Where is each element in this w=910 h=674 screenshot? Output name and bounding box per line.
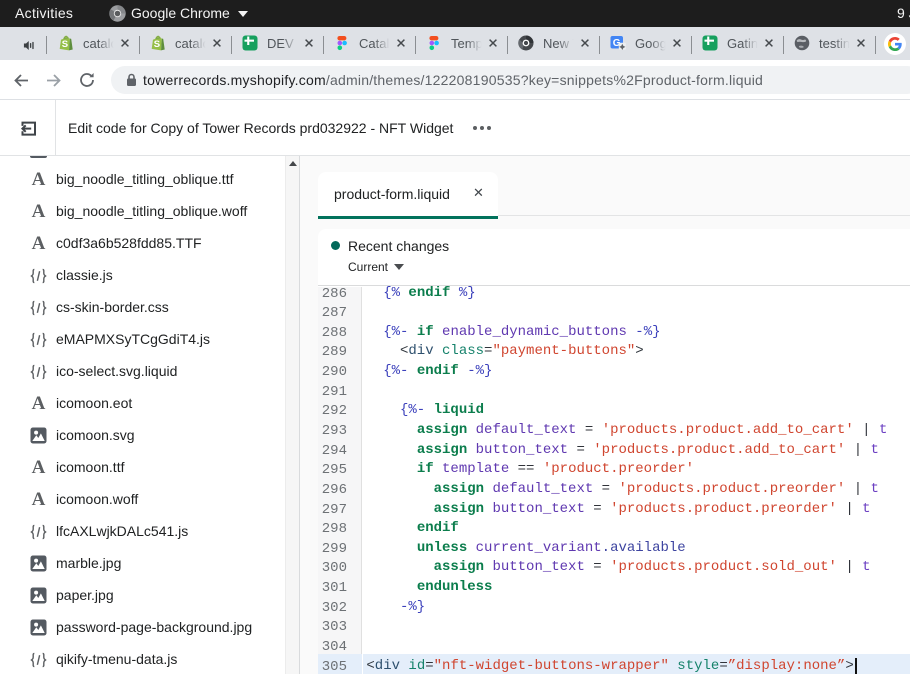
svg-text:S: S <box>154 39 160 50</box>
svg-text:S: S <box>62 39 68 50</box>
